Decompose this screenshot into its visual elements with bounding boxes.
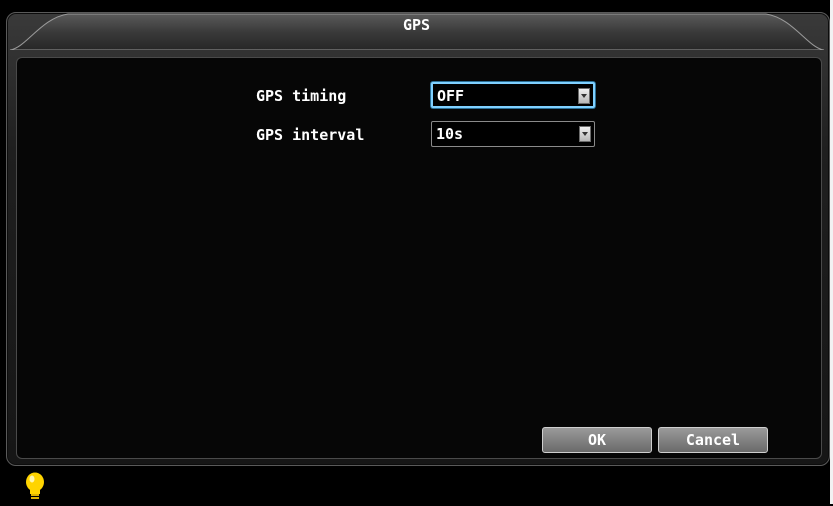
- gps-timing-label: GPS timing: [256, 87, 347, 105]
- dvr-screen: GPS GPS timing OFF GPS interval 10s OK C…: [0, 0, 833, 504]
- ok-button[interactable]: OK: [542, 427, 652, 453]
- chevron-down-icon[interactable]: [578, 88, 590, 104]
- gps-interval-select[interactable]: 10s: [431, 121, 595, 147]
- content-panel: GPS timing OFF GPS interval 10s OK Cance…: [16, 57, 822, 459]
- chevron-down-icon[interactable]: [579, 126, 591, 142]
- gps-interval-value: 10s: [436, 125, 464, 143]
- gps-interval-label: GPS interval: [256, 126, 365, 144]
- lightbulb-icon: [24, 472, 46, 502]
- cancel-button[interactable]: Cancel: [658, 427, 768, 453]
- gps-timing-select[interactable]: OFF: [431, 82, 595, 108]
- gps-timing-value: OFF: [437, 87, 465, 105]
- dialog-title: GPS: [402, 16, 431, 34]
